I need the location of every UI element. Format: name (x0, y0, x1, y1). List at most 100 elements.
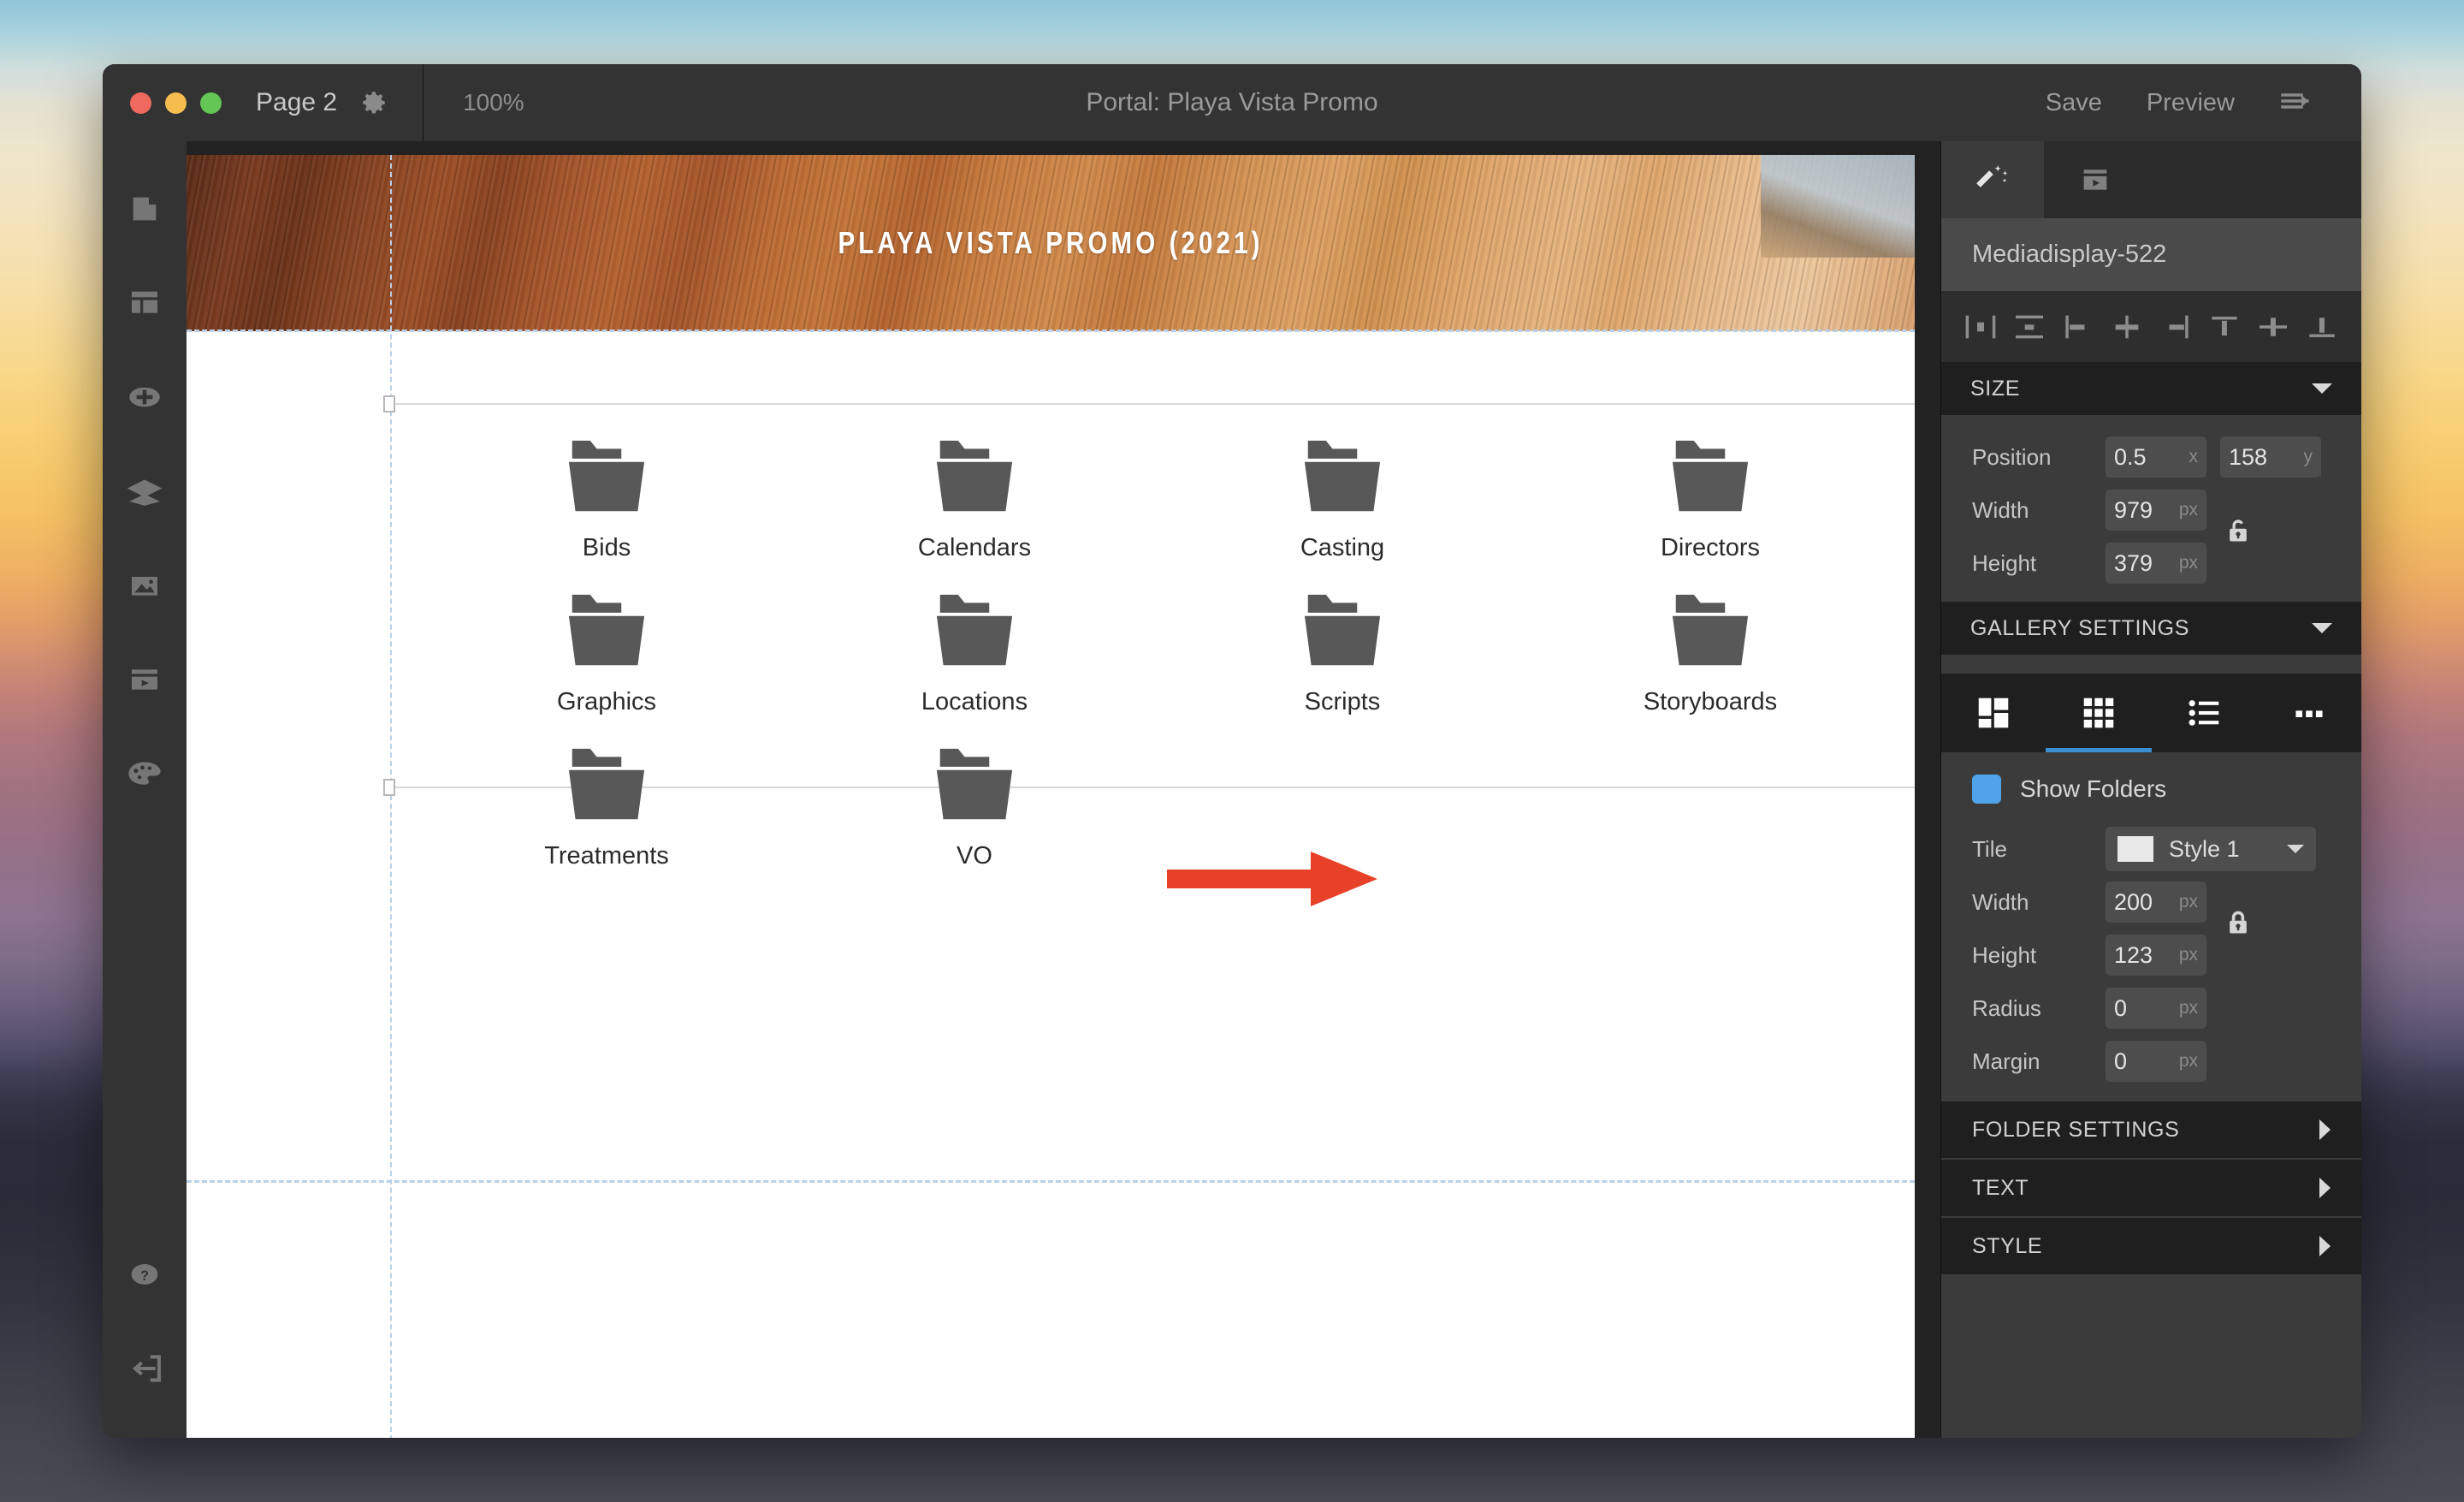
tile-label: Tile (1972, 835, 2007, 862)
section-title-gallery-settings: GALLERY SETTINGS (1970, 615, 2189, 640)
inspector-panel: Mediadisplay-522 SIZE Position 0.5 x 158… (1940, 141, 2361, 1438)
layers-icon[interactable] (103, 444, 187, 538)
palette-icon[interactable] (103, 727, 187, 821)
folder-item[interactable]: Bids (423, 437, 791, 562)
chevron-right-icon[interactable] (2319, 1236, 2331, 1256)
selection-handle-top-left[interactable] (383, 395, 395, 413)
tile-style-select[interactable]: Style 1 (2106, 827, 2316, 871)
help-circle-icon[interactable]: ? (103, 1227, 187, 1321)
gallery-width-input[interactable]: 200 px (2106, 882, 2206, 923)
folder-label: Directors (1660, 534, 1760, 561)
position-label: Position (1972, 443, 2052, 470)
canvas-area[interactable]: PLAYA VISTA PROMO (2021) Bids Calendars … (187, 141, 1940, 1438)
gallery-margin-value: 0 (2114, 1048, 2128, 1074)
position-y-value: 158 (2229, 443, 2268, 470)
tab-media[interactable] (2044, 141, 2147, 218)
folder-icon (1672, 594, 1749, 666)
minimize-window-button[interactable] (165, 92, 187, 114)
arrow-right-lines-icon[interactable] (2279, 88, 2313, 118)
chevron-right-icon[interactable] (2319, 1178, 2331, 1198)
folder-icon (936, 594, 1013, 666)
more-options-icon[interactable] (2256, 674, 2361, 752)
document-title: Portal: Playa Vista Promo (1086, 88, 1378, 116)
tab-properties[interactable] (1941, 141, 2044, 218)
gallery-width-value: 200 (2114, 888, 2153, 915)
chevron-down-icon[interactable] (2287, 845, 2304, 853)
section-header-style[interactable]: STYLE (1941, 1218, 2361, 1274)
list-view-icon[interactable] (2152, 674, 2257, 752)
page-icon[interactable] (103, 162, 187, 256)
folder-label: Storyboards (1643, 688, 1778, 715)
section-header-folder-settings[interactable]: FOLDER SETTINGS (1941, 1101, 2361, 1158)
folder-item[interactable]: Treatments (423, 745, 791, 870)
show-folders-checkbox[interactable] (1972, 775, 2001, 804)
align-horizontal-distribute-icon[interactable] (1961, 308, 2000, 346)
locked-icon[interactable] (2224, 908, 2253, 943)
preview-button[interactable]: Preview (2147, 89, 2235, 117)
section-header-text[interactable]: TEXT (1941, 1160, 2361, 1216)
position-y-input[interactable]: 158 y (2220, 436, 2321, 478)
gallery-width-unit: px (2178, 892, 2198, 911)
align-right-icon[interactable] (2156, 308, 2195, 346)
show-folders-row[interactable]: Show Folders (1941, 752, 2361, 819)
gallery-height-label: Height (1972, 941, 2037, 968)
align-bottom-icon[interactable] (2302, 308, 2342, 346)
image-icon[interactable] (103, 538, 187, 632)
folder-item[interactable]: Casting (1158, 437, 1526, 562)
tile-style-value: Style 1 (2169, 835, 2240, 862)
width-label: Width (1972, 496, 2029, 523)
selection-handle-bottom-left[interactable] (383, 779, 395, 796)
chevron-right-icon[interactable] (2319, 1119, 2331, 1140)
gallery-radius-input[interactable]: 0 px (2106, 988, 2206, 1029)
folder-item[interactable]: Scripts (1158, 591, 1526, 716)
toolbar-divider (423, 64, 424, 141)
folder-item[interactable]: Directors (1526, 437, 1894, 562)
hero-title: PLAYA VISTA PROMO (2021) (838, 225, 1264, 260)
folder-icon (936, 440, 1013, 512)
height-input[interactable]: 379 px (2106, 543, 2206, 584)
save-button[interactable]: Save (2046, 89, 2102, 117)
folder-item[interactable]: VO (791, 745, 1158, 870)
unlocked-icon[interactable] (2224, 516, 2253, 551)
zoom-level-label[interactable]: 100% (463, 89, 524, 116)
position-x-input[interactable]: 0.5 x (2106, 436, 2206, 478)
grid-view-icon[interactable] (2046, 674, 2152, 752)
add-circle-icon[interactable] (103, 350, 187, 444)
layout-template-icon[interactable] (103, 256, 187, 350)
logout-icon[interactable] (103, 1321, 187, 1416)
desktop-wallpaper: Page 2 100% Portal: Playa Vista Promo Sa… (0, 0, 2464, 1502)
gallery-height-input[interactable]: 123 px (2106, 935, 2206, 976)
page-name-label[interactable]: Page 2 (256, 88, 337, 117)
align-top-icon[interactable] (2205, 308, 2244, 346)
section-body-size: Position 0.5 x 158 y Width 979 px Height… (1941, 415, 2361, 602)
folder-item[interactable]: Graphics (423, 591, 791, 716)
gear-icon[interactable] (359, 88, 388, 117)
maximize-window-button[interactable] (200, 92, 222, 114)
gallery-width-label: Width (1972, 888, 2029, 915)
section-header-gallery-settings[interactable]: GALLERY SETTINGS (1941, 602, 2361, 655)
section-header-size[interactable]: SIZE (1941, 362, 2361, 415)
align-middle-vertical-icon[interactable] (2254, 308, 2293, 346)
align-center-horizontal-icon[interactable] (2107, 308, 2147, 346)
gallery-width-row: Width 200 px (1941, 876, 2361, 929)
folder-item[interactable]: Locations (791, 591, 1158, 716)
media-player-icon[interactable] (103, 632, 187, 727)
chevron-down-icon[interactable] (2312, 623, 2332, 633)
chevron-down-icon[interactable] (2312, 383, 2332, 394)
align-vertical-distribute-icon[interactable] (2010, 308, 2049, 346)
close-window-button[interactable] (130, 92, 151, 114)
folder-icon (565, 591, 649, 674)
hero-banner-image[interactable]: PLAYA VISTA PROMO (2021) (187, 155, 1915, 331)
masonry-view-icon[interactable] (1941, 674, 2046, 752)
tab-filler (2147, 141, 2361, 218)
folder-label: VO (957, 842, 992, 870)
alignment-toolbar (1941, 292, 2361, 362)
folder-grid: Bids Calendars Casting Directors Graphic… (423, 437, 1894, 870)
width-input[interactable]: 979 px (2106, 490, 2206, 531)
folder-item[interactable]: Storyboards (1526, 591, 1894, 716)
folder-item[interactable]: Calendars (791, 437, 1158, 562)
gallery-margin-input[interactable]: 0 px (2106, 1041, 2206, 1082)
align-left-icon[interactable] (2058, 308, 2098, 346)
folder-icon (1668, 437, 1752, 520)
horizontal-guide-bottom (187, 1180, 1915, 1183)
